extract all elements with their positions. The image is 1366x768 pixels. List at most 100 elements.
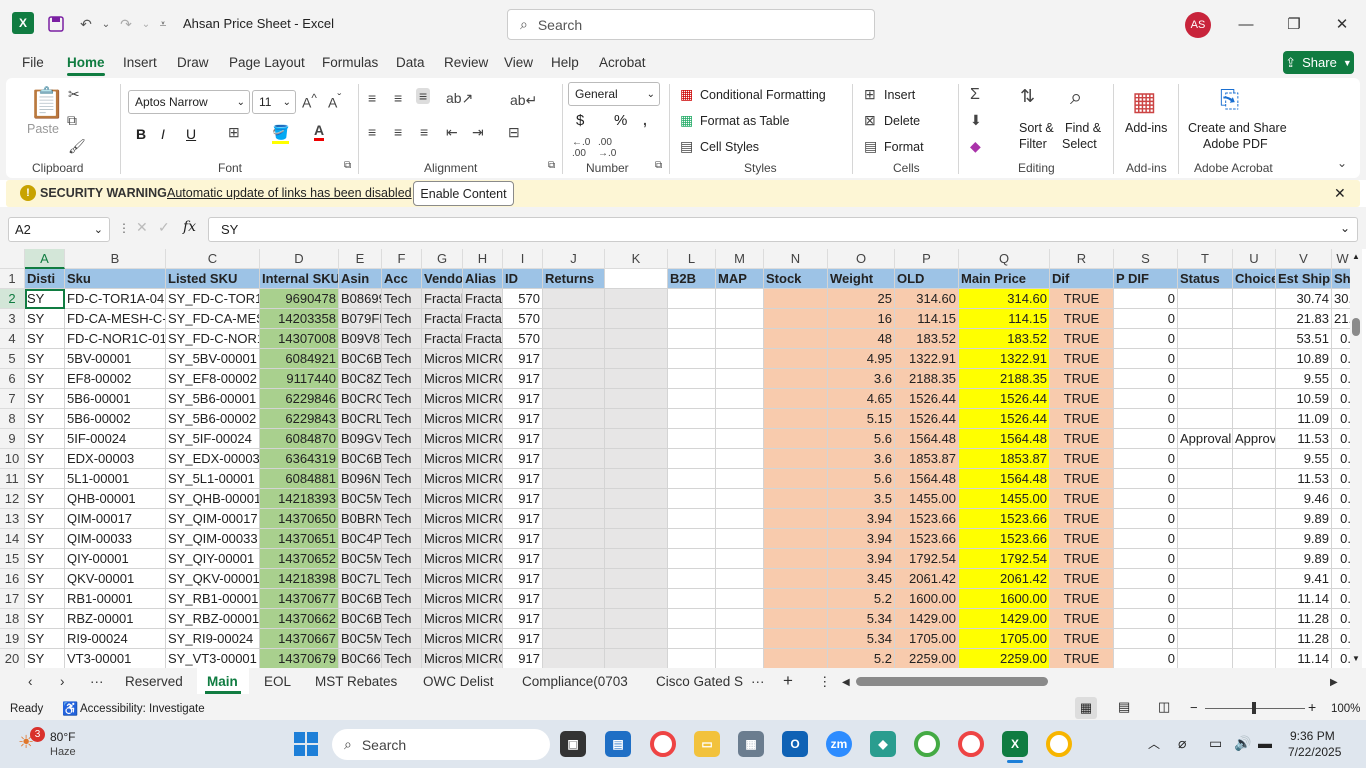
- table-cell[interactable]: 570: [503, 309, 543, 329]
- table-cell[interactable]: 5.2: [828, 649, 895, 669]
- table-cell[interactable]: 2188.35: [895, 369, 959, 389]
- row-header[interactable]: 5: [0, 349, 25, 369]
- increase-font-icon[interactable]: A^: [302, 92, 317, 111]
- tab-scroll-left-icon[interactable]: ‹: [28, 674, 33, 689]
- taskbar-search[interactable]: ⌕ Search: [332, 729, 550, 760]
- table-cell[interactable]: [764, 449, 828, 469]
- row-header[interactable]: 16: [0, 569, 25, 589]
- table-cell[interactable]: [1233, 489, 1276, 509]
- enable-content-button[interactable]: Enable Content: [413, 181, 514, 206]
- table-cell[interactable]: 570: [503, 289, 543, 309]
- table-cell[interactable]: SY_5IF-00024: [166, 429, 260, 449]
- table-cell[interactable]: MICRO: [463, 649, 503, 669]
- avatar[interactable]: AS: [1185, 12, 1211, 38]
- table-cell[interactable]: [605, 429, 668, 449]
- table-cell[interactable]: 3.94: [828, 509, 895, 529]
- table-cell[interactable]: [668, 289, 716, 309]
- enter-icon[interactable]: ✓: [158, 219, 170, 236]
- row-header[interactable]: 19: [0, 629, 25, 649]
- table-cell[interactable]: [605, 469, 668, 489]
- table-cell[interactable]: 1564.48: [895, 469, 959, 489]
- font-size-select[interactable]: 11 ⌄: [252, 90, 296, 114]
- table-cell[interactable]: 6084881: [260, 469, 339, 489]
- table-cell[interactable]: Approval: [1178, 429, 1233, 449]
- table-cell[interactable]: MICRO: [463, 569, 503, 589]
- table-cell[interactable]: [605, 509, 668, 529]
- table-cell[interactable]: TRUE: [1050, 329, 1114, 349]
- menu-view[interactable]: View: [504, 55, 533, 70]
- table-cell[interactable]: [543, 509, 605, 529]
- table-cell[interactable]: 0: [1114, 369, 1178, 389]
- volume-icon[interactable]: 🔊: [1234, 735, 1251, 752]
- table-cell[interactable]: 9117440: [260, 369, 339, 389]
- table-cell[interactable]: [1233, 509, 1276, 529]
- table-cell[interactable]: [605, 629, 668, 649]
- table-cell[interactable]: [1178, 609, 1233, 629]
- table-cell[interactable]: [1233, 549, 1276, 569]
- table-cell[interactable]: 2259.00: [895, 649, 959, 669]
- table-cell[interactable]: SY: [25, 389, 65, 409]
- table-cell[interactable]: 14218398: [260, 569, 339, 589]
- table-cell[interactable]: [764, 389, 828, 409]
- table-cell[interactable]: MICRO: [463, 489, 503, 509]
- table-cell[interactable]: [605, 329, 668, 349]
- table-cell[interactable]: EF8-00002: [65, 369, 166, 389]
- vertical-scroll-thumb[interactable]: [1352, 318, 1360, 336]
- column-header[interactable]: H: [463, 249, 503, 269]
- table-cell[interactable]: SY_5L1-00001: [166, 469, 260, 489]
- table-cell[interactable]: 1429.00: [959, 609, 1050, 629]
- task-view-icon[interactable]: ▣: [560, 731, 586, 757]
- table-cell[interactable]: Microsoft: [422, 589, 463, 609]
- table-cell[interactable]: 2061.42: [959, 569, 1050, 589]
- table-cell[interactable]: SY_QIM-00017: [166, 509, 260, 529]
- table-cell[interactable]: 917: [503, 349, 543, 369]
- table-cell[interactable]: [1233, 469, 1276, 489]
- table-cell[interactable]: [1178, 649, 1233, 669]
- table-cell[interactable]: [716, 429, 764, 449]
- column-header[interactable]: Q: [959, 249, 1050, 269]
- table-cell[interactable]: 1564.48: [959, 429, 1050, 449]
- table-cell[interactable]: SY: [25, 649, 65, 669]
- table-cell[interactable]: SY: [25, 349, 65, 369]
- table-cell[interactable]: Microsoft: [422, 429, 463, 449]
- formula-input[interactable]: SY: [208, 217, 1358, 242]
- header-cell[interactable]: Weight: [828, 269, 895, 289]
- table-cell[interactable]: [605, 389, 668, 409]
- table-cell[interactable]: 0: [1114, 469, 1178, 489]
- table-cell[interactable]: 11.14: [1276, 589, 1332, 609]
- table-cell[interactable]: 0: [1114, 509, 1178, 529]
- table-cell[interactable]: Microsoft: [422, 389, 463, 409]
- table-cell[interactable]: TRUE: [1050, 309, 1114, 329]
- table-cell[interactable]: Microsoft: [422, 649, 463, 669]
- table-cell[interactable]: [605, 549, 668, 569]
- table-cell[interactable]: 5.15: [828, 409, 895, 429]
- zoom-in-icon[interactable]: +: [1308, 699, 1316, 715]
- table-cell[interactable]: SY_QKV-00001: [166, 569, 260, 589]
- cut-icon[interactable]: ✂: [68, 86, 80, 103]
- table-cell[interactable]: Tech: [382, 289, 422, 309]
- table-cell[interactable]: 1853.87: [895, 449, 959, 469]
- table-cell[interactable]: 0: [1114, 329, 1178, 349]
- table-cell[interactable]: [1178, 329, 1233, 349]
- table-cell[interactable]: Fractal: [463, 329, 503, 349]
- table-cell[interactable]: B0C4P: [339, 529, 382, 549]
- table-cell[interactable]: [668, 609, 716, 629]
- table-cell[interactable]: [716, 649, 764, 669]
- table-cell[interactable]: [716, 609, 764, 629]
- table-cell[interactable]: 1523.66: [895, 529, 959, 549]
- table-cell[interactable]: 2259.00: [959, 649, 1050, 669]
- table-cell[interactable]: 5L1-00001: [65, 469, 166, 489]
- chevron-up-icon[interactable]: ︿: [1148, 735, 1160, 752]
- format-cells-button[interactable]: Format: [884, 140, 924, 154]
- table-cell[interactable]: 917: [503, 509, 543, 529]
- table-cell[interactable]: [1233, 289, 1276, 309]
- table-cell[interactable]: 6229843: [260, 409, 339, 429]
- add-sheet-button[interactable]: +: [783, 671, 793, 691]
- table-cell[interactable]: [543, 429, 605, 449]
- table-cell[interactable]: Tech: [382, 369, 422, 389]
- table-cell[interactable]: 917: [503, 429, 543, 449]
- table-cell[interactable]: 0: [1114, 569, 1178, 589]
- increase-indent-icon[interactable]: ⇥: [472, 124, 484, 141]
- table-cell[interactable]: 917: [503, 469, 543, 489]
- column-header[interactable]: A: [25, 249, 65, 269]
